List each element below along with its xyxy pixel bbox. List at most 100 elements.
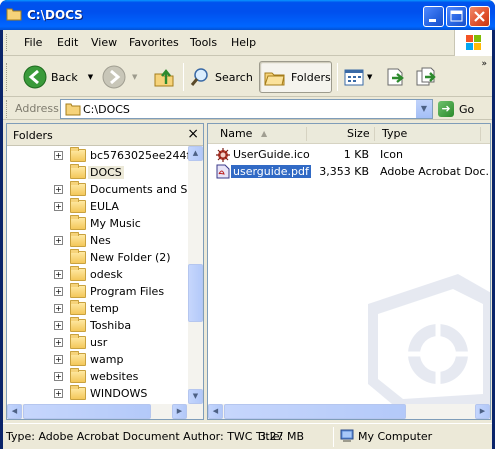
menu-help[interactable]: Help — [231, 36, 256, 49]
scroll-thumb[interactable] — [224, 404, 406, 419]
toolbar-handle[interactable] — [6, 63, 9, 91]
tree-item[interactable]: + websites — [7, 368, 190, 385]
folders-horizontal-scrollbar[interactable]: ◀ ▶ — [7, 404, 203, 419]
back-dropdown-icon[interactable]: ▼ — [88, 73, 93, 81]
column-size[interactable]: Size — [347, 127, 370, 140]
menu-edit[interactable]: Edit — [57, 36, 78, 49]
expand-icon[interactable]: + — [54, 389, 63, 398]
scroll-thumb[interactable] — [188, 264, 203, 322]
back-arrow-icon — [23, 65, 47, 89]
tree-item[interactable]: + usr — [7, 334, 190, 351]
tree-item[interactable]: + Program Files — [7, 283, 190, 300]
address-bar: Address C:\DOCS ▼ ➜ Go — [3, 98, 492, 120]
tree-item-label: Nes — [90, 234, 111, 247]
minimize-icon — [429, 19, 436, 22]
column-name[interactable]: Name — [220, 127, 252, 140]
tree-item[interactable]: + temp — [7, 300, 190, 317]
address-dropdown-button[interactable]: ▼ — [415, 100, 432, 118]
back-button[interactable]: Back ▼ — [23, 61, 93, 93]
tree-item[interactable]: My Music — [7, 215, 190, 232]
scroll-right-button[interactable]: ▶ — [475, 404, 490, 419]
toolbar-separator — [337, 63, 338, 91]
folders-header: Folders × — [7, 124, 203, 146]
tree-item[interactable]: + Documents and Setti — [7, 181, 190, 198]
expand-icon[interactable]: + — [54, 287, 63, 296]
forward-dropdown-icon[interactable]: ▼ — [132, 73, 137, 81]
status-details: Type: Adobe Acrobat Document Author: TWC… — [6, 430, 284, 443]
scroll-right-button[interactable]: ▶ — [172, 404, 187, 419]
scroll-left-button[interactable]: ◀ — [7, 404, 22, 419]
tree-item[interactable]: DOCS — [7, 164, 190, 181]
address-input[interactable]: C:\DOCS ▼ — [60, 99, 433, 119]
menu-tools[interactable]: Tools — [190, 36, 217, 49]
scroll-down-button[interactable]: ▼ — [188, 389, 203, 404]
scroll-left-button[interactable]: ◀ — [208, 404, 223, 419]
tree-item[interactable]: + Nes — [7, 232, 190, 249]
tree-item-label: WINDOWS — [90, 387, 148, 400]
menu-favorites[interactable]: Favorites — [129, 36, 179, 49]
go-button[interactable]: ➜ Go — [438, 100, 488, 118]
tree-item[interactable]: + bc5763025ee244fdd — [7, 147, 190, 164]
forward-arrow-icon — [102, 65, 126, 89]
folders-close-icon[interactable]: × — [187, 126, 199, 142]
tree-item[interactable]: + WINDOWS — [7, 385, 190, 402]
move-to-button[interactable] — [385, 61, 407, 93]
expand-icon[interactable]: + — [54, 338, 63, 347]
menu-bar-handle[interactable] — [6, 34, 9, 51]
views-button[interactable]: ▼ — [343, 61, 372, 93]
search-button[interactable]: Search — [189, 61, 253, 93]
maximize-button[interactable] — [446, 6, 467, 27]
expand-icon[interactable]: + — [54, 321, 63, 330]
tree-item[interactable]: + odesk — [7, 266, 190, 283]
tree-item[interactable]: + wamp — [7, 351, 190, 368]
scroll-thumb[interactable] — [23, 404, 151, 419]
files-horizontal-scrollbar[interactable]: ◀ ▶ — [208, 404, 490, 419]
address-label: Address — [15, 102, 59, 115]
up-folder-button[interactable] — [152, 61, 176, 93]
title-bar[interactable]: C:\DOCS — [0, 0, 495, 30]
minimize-button[interactable] — [423, 6, 444, 27]
expand-icon[interactable]: + — [54, 355, 63, 364]
tree-item-label: My Music — [90, 217, 141, 230]
folder-watermark-icon — [368, 274, 490, 409]
expand-icon[interactable]: + — [54, 202, 63, 211]
folders-button[interactable]: Folders — [259, 61, 332, 93]
expand-icon[interactable]: + — [54, 304, 63, 313]
tree-item[interactable]: New Folder (2) — [7, 249, 190, 266]
column-separator[interactable] — [374, 127, 375, 141]
address-bar-handle[interactable] — [6, 100, 9, 118]
close-button[interactable] — [469, 6, 490, 27]
copy-to-button[interactable] — [415, 61, 437, 93]
close-icon — [474, 11, 485, 22]
views-icon — [344, 69, 364, 86]
windows-flag-icon — [466, 35, 481, 50]
address-value: C:\DOCS — [83, 103, 130, 116]
column-type[interactable]: Type — [382, 127, 407, 140]
expand-icon[interactable]: + — [54, 270, 63, 279]
folders-vertical-scrollbar[interactable]: ▲ ▼ — [188, 146, 203, 404]
tree-item-label: odesk — [90, 268, 123, 281]
standard-toolbar: Back ▼ ▼ Search Folders ▼ » — [3, 57, 492, 97]
back-label: Back — [51, 70, 78, 84]
expand-icon[interactable]: + — [54, 185, 63, 194]
expand-icon[interactable]: + — [54, 236, 63, 245]
expand-icon[interactable]: + — [54, 372, 63, 381]
window-title: C:\DOCS — [27, 8, 83, 22]
tree-item[interactable]: + EULA — [7, 198, 190, 215]
views-dropdown-icon[interactable]: ▼ — [367, 73, 372, 81]
column-separator[interactable] — [306, 127, 307, 141]
file-size: 3,353 KB — [319, 165, 369, 178]
menu-file[interactable]: File — [24, 36, 42, 49]
file-row-selected[interactable]: userguide.pdf 3,353 KB Adobe Acrobat Doc… — [208, 163, 490, 180]
folder-icon — [70, 215, 86, 230]
forward-button[interactable]: ▼ — [102, 61, 137, 93]
pdf-file-icon — [216, 164, 230, 179]
toolbar-chevron-icon[interactable]: » — [481, 59, 487, 69]
file-row[interactable]: UserGuide.ico 1 KB Icon — [208, 146, 490, 163]
column-separator[interactable] — [480, 127, 481, 141]
tree-item[interactable]: + Toshiba — [7, 317, 190, 334]
menu-view[interactable]: View — [91, 36, 117, 49]
file-size: 1 KB — [343, 148, 369, 161]
scroll-up-button[interactable]: ▲ — [188, 146, 203, 161]
expand-icon[interactable]: + — [54, 151, 63, 160]
